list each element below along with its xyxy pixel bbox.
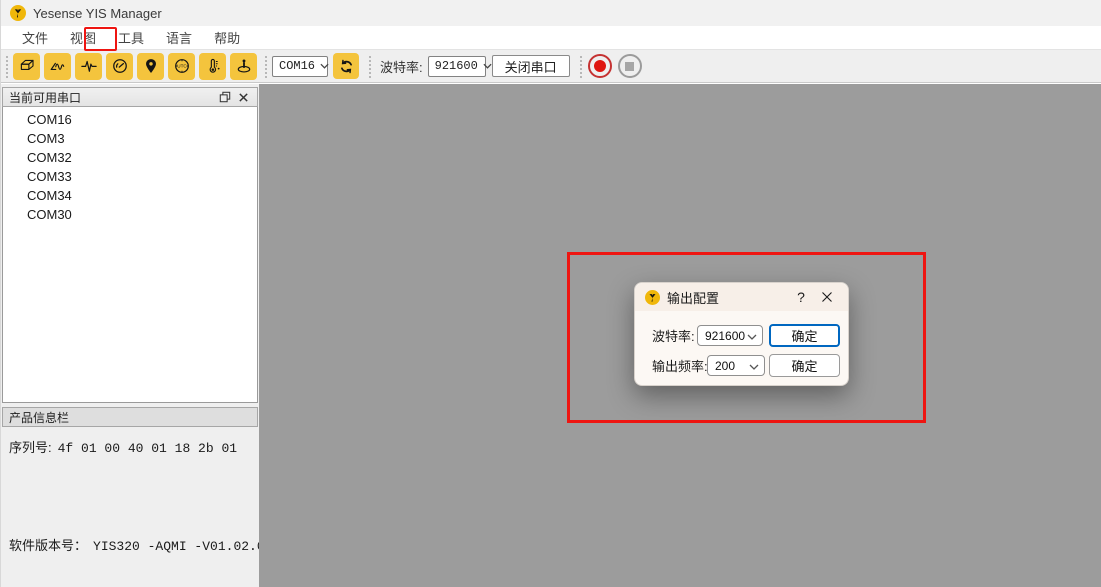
dialog-title-bar: 输出配置 ? (635, 283, 848, 311)
dialog-baud-label: 波特率: (652, 326, 695, 345)
record-button[interactable] (588, 54, 612, 78)
menu-item-help[interactable]: 帮助 (203, 26, 251, 49)
dialog-baud-select[interactable]: 921600 (697, 325, 763, 346)
svg-text:UTC: UTC (177, 64, 187, 69)
magnetic-pin-icon[interactable] (230, 53, 257, 80)
body-area: 当前可用串口 COM16 COM3 COM32 COM33 COM34 COM3… (1, 84, 1101, 587)
dialog-freq-label: 输出频率: (652, 356, 708, 375)
chevron-down-icon (747, 329, 757, 343)
dialog-baud-value: 921600 (705, 329, 745, 343)
chevron-down-icon (749, 359, 759, 373)
product-info-title: 产品信息栏 (9, 409, 69, 426)
software-version-row: 软件版本号： YIS320 -AQMI -V01.02.03; (9, 535, 259, 554)
app-window: Yesense YIS Manager 文件 视图 工具 语言 帮助 UTC (0, 0, 1101, 587)
list-item-port[interactable]: COM3 (3, 129, 257, 148)
utc-clock-icon[interactable]: UTC (168, 53, 195, 80)
toolbar-grip[interactable] (263, 54, 269, 78)
port-list: COM16 COM3 COM32 COM33 COM34 COM30 (2, 107, 258, 403)
baud-rate-label: 波特率: (380, 57, 423, 76)
software-version-label: 软件版本号： (9, 535, 87, 554)
dialog-freq-row: 输出频率: 200 确定 (635, 354, 848, 377)
app-logo-icon (10, 5, 26, 21)
toolbar: UTC COM16 波特率: 921600 关闭串口 (1, 50, 1101, 83)
menu-bar: 文件 视图 工具 语言 帮助 (1, 26, 1101, 50)
menu-item-language[interactable]: 语言 (155, 26, 203, 49)
dialog-freq-select[interactable]: 200 (707, 355, 765, 376)
close-panel-icon[interactable] (234, 89, 253, 105)
dialog-baud-row: 波特率: 921600 确定 (635, 324, 848, 347)
serial-number-row: 序列号: 4f 01 00 40 01 18 2b 01 (9, 437, 259, 456)
list-item-port[interactable]: COM34 (3, 186, 257, 205)
stop-button[interactable] (618, 54, 642, 78)
dialog-help-button[interactable]: ? (788, 286, 814, 308)
attitude-wave-icon[interactable] (44, 53, 71, 80)
location-icon[interactable] (137, 53, 164, 80)
list-item-port[interactable]: COM16 (3, 110, 257, 129)
chevron-down-icon (483, 63, 492, 69)
output-config-dialog: 输出配置 ? 波特率: 921600 确定 输出频率: (634, 282, 849, 386)
product-info-header: 产品信息栏 (2, 407, 258, 427)
port-select[interactable]: COM16 (272, 56, 328, 77)
serial-port-dock: 当前可用串口 COM16 COM3 COM32 COM33 COM34 COM3… (1, 84, 259, 587)
dialog-freq-value: 200 (715, 359, 735, 373)
software-version-value: YIS320 -AQMI -V01.02.03; (93, 539, 280, 554)
baud-rate-select[interactable]: 921600 (428, 56, 486, 77)
float-panel-button[interactable] (215, 89, 234, 105)
toolbar-grip[interactable] (4, 54, 10, 78)
list-item-port[interactable]: COM32 (3, 148, 257, 167)
title-bar: Yesense YIS Manager (1, 0, 1101, 26)
chevron-down-icon (320, 63, 329, 69)
menu-item-tools[interactable]: 工具 (107, 26, 155, 49)
dock-header: 当前可用串口 (2, 87, 258, 107)
thermometer-icon[interactable] (199, 53, 226, 80)
list-item-port[interactable]: COM30 (3, 205, 257, 224)
dialog-close-icon[interactable] (814, 286, 840, 308)
cube-3d-icon[interactable] (13, 53, 40, 80)
dialog-title: 输出配置 (667, 288, 788, 307)
main-workspace: 输出配置 ? 波特率: 921600 确定 输出频率: (259, 84, 1101, 587)
serial-number-value: 4f 01 00 40 01 18 2b 01 (58, 441, 237, 456)
list-item-port[interactable]: COM33 (3, 167, 257, 186)
product-info-body: 序列号: 4f 01 00 40 01 18 2b 01 软件版本号： YIS3… (1, 427, 259, 554)
stop-icon (625, 62, 634, 71)
refresh-icon[interactable] (333, 53, 359, 79)
port-select-value: COM16 (279, 59, 315, 73)
gauge-icon[interactable] (106, 53, 133, 80)
baud-rate-value: 921600 (435, 59, 478, 73)
close-serial-port-button[interactable]: 关闭串口 (492, 55, 570, 77)
dialog-freq-ok-button[interactable]: 确定 (769, 354, 840, 377)
toolbar-grip[interactable] (578, 54, 584, 78)
dialog-logo-icon (645, 290, 660, 305)
menu-item-view[interactable]: 视图 (59, 26, 107, 49)
serial-number-label: 序列号: (9, 437, 52, 456)
dock-title: 当前可用串口 (9, 89, 81, 106)
toolbar-grip[interactable] (367, 54, 373, 78)
waveform-icon[interactable] (75, 53, 102, 80)
menu-item-file[interactable]: 文件 (11, 26, 59, 49)
record-icon (594, 60, 606, 72)
window-title: Yesense YIS Manager (33, 6, 162, 21)
dialog-baud-ok-button[interactable]: 确定 (769, 324, 840, 347)
